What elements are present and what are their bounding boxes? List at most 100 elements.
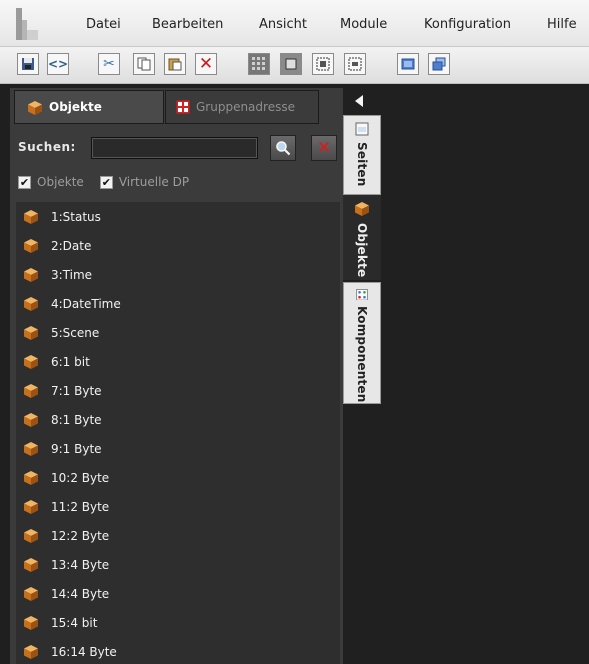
list-item-label: 5:Scene bbox=[51, 325, 100, 340]
list-item-label: 8:1 Byte bbox=[51, 412, 102, 427]
grid-button[interactable] bbox=[248, 53, 270, 75]
search-label: Suchen: bbox=[18, 140, 76, 154]
tab-gruppenadresse-label: Gruppenadresse bbox=[196, 100, 295, 114]
list-item-label: 9:1 Byte bbox=[51, 441, 102, 456]
side-tab-seiten[interactable]: Seiten bbox=[343, 115, 381, 195]
tab-objekte-label: Objekte bbox=[49, 100, 102, 114]
menu-bar: Datei Bearbeiten Ansicht Module Konfigur… bbox=[0, 0, 589, 47]
list-item[interactable]: 3:Time bbox=[16, 260, 340, 289]
menu-ansicht[interactable]: Ansicht bbox=[259, 17, 307, 32]
code-button[interactable]: <> bbox=[47, 53, 69, 75]
list-item[interactable]: 6:1 bit bbox=[16, 347, 340, 376]
floppy-icon bbox=[22, 58, 34, 70]
checkmark-icon: ✔ bbox=[101, 175, 111, 189]
side-tab-komponenten-label: Komponenten bbox=[355, 306, 369, 403]
list-item[interactable]: 1:Status bbox=[16, 202, 340, 231]
toolbar: <> ✂ ✕ bbox=[0, 47, 589, 84]
cube-icon bbox=[24, 354, 38, 369]
tab-gruppenadresse[interactable]: Gruppenadresse bbox=[165, 90, 319, 124]
cube-icon bbox=[24, 209, 38, 224]
window-button[interactable] bbox=[397, 53, 419, 75]
list-item-label: 6:1 bit bbox=[51, 354, 90, 369]
cube-icon bbox=[24, 441, 38, 456]
components-icon bbox=[356, 289, 368, 301]
frame-button[interactable] bbox=[280, 53, 302, 75]
cut-button[interactable]: ✂ bbox=[98, 53, 120, 75]
paste-button[interactable] bbox=[164, 53, 186, 75]
list-item[interactable]: 10:2 Byte bbox=[16, 463, 340, 492]
side-tab-komponenten[interactable]: Komponenten bbox=[343, 282, 381, 404]
send-back-button[interactable] bbox=[344, 53, 366, 75]
list-item[interactable]: 14:4 Byte bbox=[16, 579, 340, 608]
list-item[interactable]: 7:1 Byte bbox=[16, 376, 340, 405]
page-icon bbox=[355, 122, 369, 136]
layer-up-icon bbox=[316, 57, 330, 71]
menu-hilfe[interactable]: Hilfe bbox=[547, 17, 577, 32]
cube-icon bbox=[24, 383, 38, 398]
list-item-label: 13:4 Byte bbox=[51, 557, 110, 572]
save-button[interactable] bbox=[17, 53, 39, 75]
cube-icon bbox=[355, 202, 369, 216]
list-item[interactable]: 9:1 Byte bbox=[16, 434, 340, 463]
copy-button[interactable] bbox=[133, 53, 155, 75]
checkmark-icon: ✔ bbox=[19, 175, 30, 189]
bring-front-button[interactable] bbox=[312, 53, 334, 75]
cube-icon bbox=[24, 470, 38, 485]
menu-konfiguration[interactable]: Konfiguration bbox=[424, 17, 511, 32]
cube-icon bbox=[28, 101, 42, 115]
menu-datei[interactable]: Datei bbox=[86, 17, 121, 32]
list-item[interactable]: 4:DateTime bbox=[16, 289, 340, 318]
list-item[interactable]: 13:4 Byte bbox=[16, 550, 340, 579]
clipboard-icon bbox=[168, 58, 182, 71]
cube-icon bbox=[24, 296, 38, 311]
red-x-icon: ✕ bbox=[316, 137, 332, 158]
side-tab-objekte[interactable]: Objekte bbox=[343, 195, 381, 280]
checkbox-virtuelle-dp[interactable]: ✔ bbox=[99, 175, 113, 189]
list-item[interactable]: 2:Date bbox=[16, 231, 340, 260]
group-address-icon bbox=[176, 100, 190, 114]
copy-icon bbox=[137, 57, 151, 71]
collapse-arrow-icon[interactable] bbox=[353, 94, 365, 108]
magnifier-icon bbox=[276, 141, 291, 156]
list-item-label: 2:Date bbox=[51, 238, 92, 253]
window-restore-button[interactable] bbox=[428, 53, 450, 75]
list-item[interactable]: 16:14 Byte bbox=[16, 637, 340, 664]
list-item[interactable]: 11:2 Byte bbox=[16, 492, 340, 521]
filter-row: ✔ Objekte ✔ Virtuelle DP bbox=[18, 175, 189, 189]
cube-icon bbox=[24, 238, 38, 253]
search-button[interactable] bbox=[270, 135, 296, 161]
cube-icon bbox=[24, 557, 38, 572]
red-x-icon: ✕ bbox=[198, 54, 214, 74]
cube-icon bbox=[24, 267, 38, 282]
app-logo-icon bbox=[16, 8, 38, 40]
delete-button[interactable]: ✕ bbox=[195, 53, 217, 75]
cube-icon bbox=[24, 325, 38, 340]
frame-icon bbox=[285, 58, 297, 70]
side-tab-seiten-label: Seiten bbox=[355, 142, 369, 187]
code-icon: <> bbox=[47, 57, 69, 71]
checkbox-objekte-label: Objekte bbox=[37, 175, 84, 189]
checkbox-virtuelle-dp-label: Virtuelle DP bbox=[118, 175, 190, 189]
side-tab-objekte-label: Objekte bbox=[355, 223, 369, 278]
list-item-label: 16:14 Byte bbox=[51, 644, 117, 659]
clear-search-button[interactable]: ✕ bbox=[311, 135, 337, 161]
list-item-label: 15:4 bit bbox=[51, 615, 98, 630]
layer-down-icon bbox=[348, 57, 362, 71]
list-item-label: 14:4 Byte bbox=[51, 586, 110, 601]
list-item[interactable]: 12:2 Byte bbox=[16, 521, 340, 550]
menu-module[interactable]: Module bbox=[340, 17, 387, 32]
list-item[interactable]: 8:1 Byte bbox=[16, 405, 340, 434]
object-panel: Objekte Gruppenadresse Suchen: ✕ ✔ Objek… bbox=[10, 88, 343, 664]
menu-bearbeiten[interactable]: Bearbeiten bbox=[152, 17, 223, 32]
scissors-icon: ✂ bbox=[103, 56, 115, 72]
list-item-label: 11:2 Byte bbox=[51, 499, 110, 514]
checkbox-objekte[interactable]: ✔ bbox=[18, 175, 31, 189]
list-item-label: 12:2 Byte bbox=[51, 528, 110, 543]
tab-objekte[interactable]: Objekte bbox=[14, 90, 164, 124]
list-item[interactable]: 15:4 bit bbox=[16, 608, 340, 637]
list-item[interactable]: 5:Scene bbox=[16, 318, 340, 347]
list-item-label: 10:2 Byte bbox=[51, 470, 110, 485]
search-input[interactable] bbox=[91, 137, 258, 159]
list-item-label: 4:DateTime bbox=[51, 296, 121, 311]
window-icon bbox=[401, 58, 415, 70]
